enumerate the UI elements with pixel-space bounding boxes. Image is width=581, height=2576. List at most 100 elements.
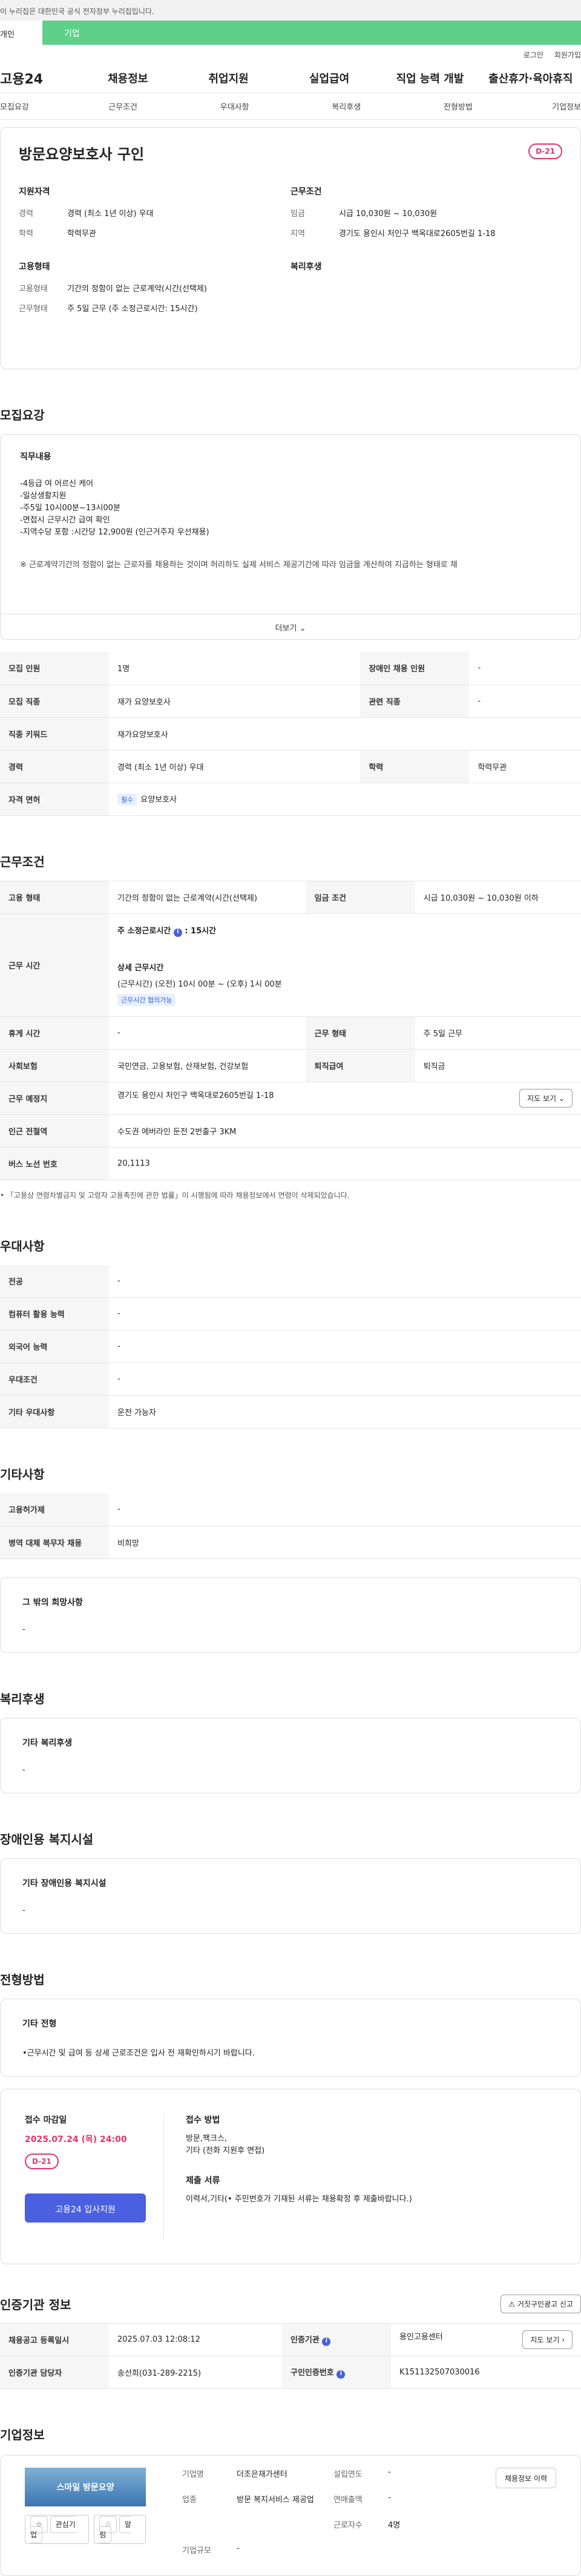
tab-company[interactable]: 기업정보 (514, 100, 581, 112)
login-link[interactable]: 로그인 (524, 51, 543, 59)
tab-welfare[interactable]: 복리후생 (290, 100, 402, 112)
company-name: 더조은재가센터 (237, 2469, 287, 2479)
apply-button[interactable]: 고용24 입사지원 (25, 2193, 146, 2223)
favorite-button[interactable]: ☆ 관심기업 (25, 2514, 90, 2544)
emp-key: 근무형태 (19, 304, 48, 314)
cell-value: 2025.07.03 12:08:12 (109, 2323, 282, 2356)
emp-heading: 고용형태 (19, 262, 50, 272)
table-row: 우대조건 - (0, 1362, 581, 1396)
agency-map-button[interactable]: 지도 보기 › (522, 2330, 573, 2349)
signup-link[interactable]: 회원가입 (554, 51, 581, 59)
qual-value: 경력 (최소 1년 이상) 우대 (67, 209, 154, 218)
info-icon[interactable]: i (336, 2370, 346, 2379)
cell-key: 근무 시간 (0, 913, 109, 1017)
table-row: 고용허가제 - (0, 1493, 581, 1526)
nav-employment-support[interactable]: 취업지원 (178, 70, 278, 86)
cell-key: 구인인증번호 i (282, 2356, 391, 2389)
cell-key: 병역 대체 복무자 채용 (0, 1526, 109, 1559)
report-button[interactable]: ⚠ 거짓구인광고 신고 (501, 2294, 581, 2313)
pref-table: 전공 - 컴퓨터 활용 능력 - 외국어 능력 - 우대조건 - 기타 우대사항 운전 가… (0, 1264, 581, 1428)
cell-key: 버스 노선 번호 (0, 1147, 109, 1180)
company-image: 스마일 방문요양 (25, 2467, 146, 2506)
cell-value: 국민연금, 고용보험, 산재보험, 건강보험 (109, 1049, 306, 1082)
cell-key: 사회보험 (0, 1049, 109, 1082)
emp-value: 기간의 정함이 없는 근로계약(시간(선택제) (67, 284, 207, 294)
cell-value: 시급 10,030원 ~ 10,030원 이하 (415, 881, 581, 914)
cell-key: 우대조건 (0, 1362, 109, 1396)
personal-tab[interactable]: 개인 (0, 21, 42, 45)
cell-value: - (469, 685, 581, 718)
cell-key: 컴퓨터 활용 능력 (0, 1297, 109, 1330)
cell-key: 고용허가제 (0, 1493, 109, 1526)
logo[interactable]: 고용24 (0, 68, 77, 88)
agency-cell: 용인고용센터 지도 보기 › (391, 2323, 581, 2356)
more-button[interactable]: 더보기 ⌄ (1, 614, 580, 639)
process-heading: 전형방법 (0, 1972, 45, 1987)
alarm-button[interactable]: ♢ 알림 (94, 2514, 146, 2544)
method-value: 방문,팩크스, (186, 2134, 228, 2143)
place-value: 경기도 용인시 처인구 백옥대로2605번길 1-18 (117, 1091, 274, 1100)
cell-value: - (109, 1264, 581, 1298)
cell-key: 근무 예정지 (0, 1082, 109, 1115)
tab-process[interactable]: 전형방법 (402, 100, 514, 112)
report-icon: ⚠ (508, 2299, 516, 2308)
process-box: 기타 전형 •근무시간 및 급여 등 상세 근로조건은 입사 전 재확인하시기 바… (0, 1998, 581, 2077)
emp-key: 고용형태 (19, 284, 48, 294)
cell-key: 모집 인원 (0, 652, 109, 685)
job-summary-card: 방문요양보호사 구인 D-21 지원자격 경력 경력 (최소 1년 이상) 우대 … (0, 127, 581, 369)
agency-key: 인증기관 (290, 2335, 320, 2345)
table-row: 기타 우대사항 운전 가능자 (0, 1395, 581, 1428)
dday-badge: D-21 (25, 2153, 59, 2169)
company-tab[interactable]: 기업 (42, 21, 581, 45)
cell-key: 퇴직급여 (306, 1049, 415, 1082)
cell-key: 인증기관 담당자 (0, 2356, 109, 2389)
tab-pref[interactable]: 우대사항 (179, 100, 290, 112)
cell-key: 모집 직종 (0, 685, 109, 718)
info-key: 연매출액 (333, 2495, 363, 2505)
cell-value: 경력 (최소 1년 이상) 우대 (109, 750, 361, 783)
info-icon[interactable]: i (322, 2337, 331, 2346)
cell-value: 재가 요양보호사 (109, 685, 361, 718)
table-row: 인근 전철역 수도권 에버라인 둔전 2번출구 3KM (0, 1114, 581, 1148)
tab-work[interactable]: 근무조건 (67, 100, 179, 112)
cell-value: 주 5일 근무 (415, 1016, 581, 1050)
cell-value: - (109, 1297, 581, 1330)
recruit-table: 모집 인원 1명 장애인 채용 인원 - 모집 직종 재가 요양보호사 관련 직종 - 직종… (0, 652, 581, 816)
table-row: 인증기관 담당자 송선희(031-289-2215) 구인인증번호 i K151132… (0, 2356, 581, 2389)
box-title: 기타 전형 (22, 2019, 57, 2029)
tab-recruit[interactable]: 모집요강 (0, 100, 67, 112)
weekly-label: 주 소정근로시간 (117, 926, 171, 936)
box-title: 기타 복리후생 (22, 1738, 73, 1748)
map-button[interactable]: 지도 보기 ⌄ (519, 1088, 573, 1108)
qual-heading: 지원자격 (19, 187, 50, 197)
work-heading: 근무조건 (290, 187, 322, 197)
company-card: 스마일 방문요양 ☆ 관심기업 ♢ 알림 기업명 더조은재가센터 설립연도 - 업종… (0, 2454, 581, 2576)
table-row: 경력 경력 (최소 1년 이상) 우대 학력 학력무관 (0, 750, 581, 783)
cell-value: 비희망 (109, 1526, 581, 1559)
cell-key: 직종 키워드 (0, 717, 109, 751)
cell-value: 재가요양보호사 (109, 717, 581, 751)
agency-value: 용인고용센터 (399, 2332, 443, 2342)
nav-jobs[interactable]: 채용정보 (77, 70, 178, 86)
nav-training[interactable]: 직업 능력 개발 (379, 70, 480, 86)
nav-leave[interactable]: 출산휴가·육아휴직 (481, 70, 581, 86)
hours-cell: 주 소정근로시간 i : 15시간 상세 근무시간 (근무시간) (오전) 10… (109, 913, 581, 1017)
qual-value: 학력무관 (67, 229, 96, 238)
age-footnote: • 「고용상 연령차별금지 및 고령자 고용촉진에 관한 법률」이 시행됨에 따… (0, 1191, 350, 1200)
info-icon[interactable]: i (173, 928, 182, 937)
method-value-2: 기타 (전화 지원후 면접) (186, 2146, 265, 2155)
cell-value: 1명 (109, 652, 361, 685)
nav-unemployment[interactable]: 실업급여 (279, 70, 379, 86)
cell-value: K151132507030016 (391, 2356, 581, 2389)
dday-badge: D-21 (528, 143, 562, 159)
duty-line: -4등급 여 어르신 케어 (20, 479, 94, 488)
box-title: 기타 장애인용 복지시설 (22, 1878, 107, 1888)
cell-key: 학력 (360, 750, 470, 783)
recruit-history-button[interactable]: 채용정보 이력 (495, 2467, 556, 2488)
cell-key: 채용공고 등록일시 (0, 2323, 109, 2356)
duty-line: -면접시 근무시간 급여 확인 (20, 516, 110, 525)
duty-note: ※ 근로계약기간의 정함이 없는 근로자를 채용하는 것이며 허리하도 실제 서… (20, 560, 458, 570)
work-key: 지역 (290, 229, 305, 238)
